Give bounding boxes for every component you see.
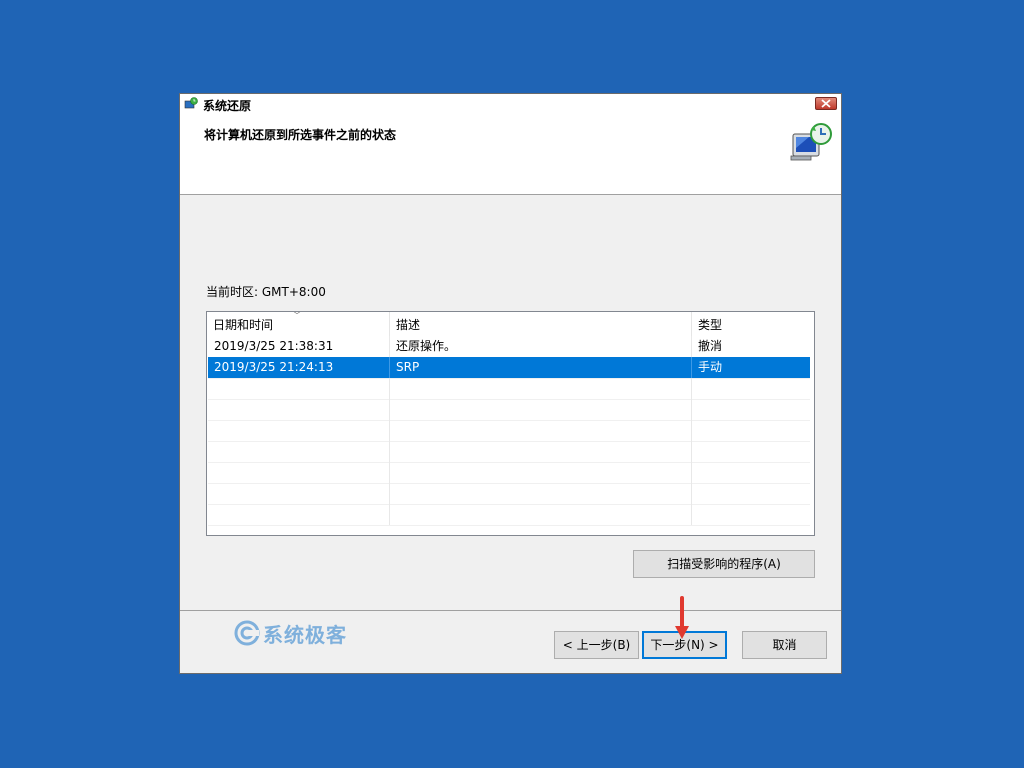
empty-row [208,462,810,484]
column-header-label: 日期和时间 [213,318,274,332]
system-restore-dialog: 系统还原 将计算机还原到所选事件之前的状态 当前时区: GMT+8:00 ﹀ 日… [179,93,842,674]
empty-row [208,504,810,526]
watermark-text: 系统极客 [263,622,347,647]
system-restore-icon [184,97,198,109]
logo-icon [234,620,260,646]
column-header-type[interactable]: 类型 [692,312,812,336]
list-header: ﹀ 日期和时间 描述 类型 [207,312,814,336]
cell-description: SRP [390,357,692,378]
table-row[interactable]: 2019/3/25 21:38:31 还原操作。 撤消 [208,336,810,358]
cancel-button[interactable]: 取消 [742,631,827,659]
cell-description: 还原操作。 [390,336,692,357]
computer-restore-icon [790,123,832,161]
window-title: 系统还原 [203,99,252,113]
table-row-selected[interactable]: 2019/3/25 21:24:13 SRP 手动 [208,357,810,379]
restore-point-list[interactable]: ﹀ 日期和时间 描述 类型 2019/3/25 21:38:31 还原操作。 撤… [206,311,815,536]
dialog-header: 将计算机还原到所选事件之前的状态 [180,115,841,195]
watermark-logo: 系统极客 [234,619,347,647]
timezone-label: 当前时区: GMT+8:00 [206,285,326,299]
cell-type: 手动 [698,360,723,374]
scan-affected-programs-button[interactable]: 扫描受影响的程序(A) [633,550,815,578]
back-button[interactable]: < 上一步(B) [554,631,639,659]
red-arrow-annotation-icon [675,596,689,639]
title-bar: 系统还原 [180,94,841,115]
column-header-datetime[interactable]: ﹀ 日期和时间 [207,312,390,336]
empty-row [208,399,810,421]
column-header-description[interactable]: 描述 [390,312,692,336]
cell-datetime: 2019/3/25 21:24:13 [208,357,390,378]
empty-row [208,378,810,400]
header-title: 将计算机还原到所选事件之前的状态 [204,128,397,142]
close-button[interactable] [815,97,837,110]
empty-row [208,441,810,463]
footer-divider [180,610,841,611]
column-header-label: 描述 [396,318,421,332]
sort-down-icon: ﹀ [293,311,301,320]
empty-row [208,420,810,442]
cell-datetime: 2019/3/25 21:38:31 [208,336,390,357]
cell-type: 撤消 [698,339,723,353]
close-icon [821,99,831,108]
column-header-label: 类型 [698,318,723,332]
empty-row [208,483,810,505]
